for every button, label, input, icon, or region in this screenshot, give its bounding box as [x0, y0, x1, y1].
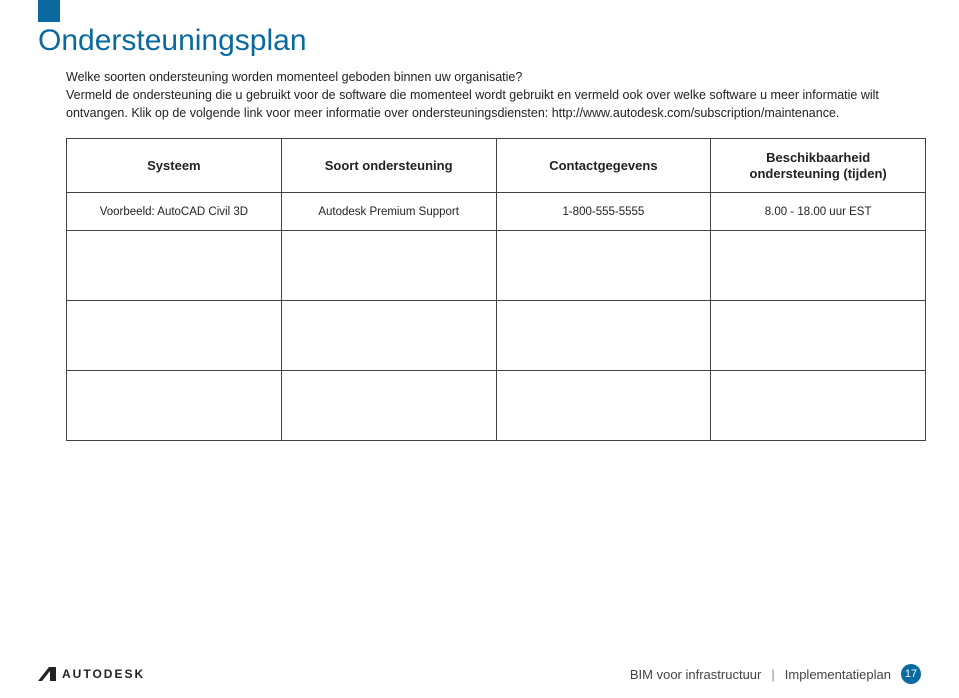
support-link[interactable]: http://www.autodesk.com/subscription/mai…	[552, 106, 840, 120]
table-row: Voorbeeld: AutoCAD Civil 3D Autodesk Pre…	[67, 193, 926, 231]
cell-support-type[interactable]	[281, 371, 496, 441]
autodesk-logo: AUTODESK	[38, 667, 145, 681]
cell-support-type: Autodesk Premium Support	[281, 193, 496, 231]
logo-text: AUTODESK	[62, 667, 145, 681]
page-title: Ondersteuningsplan	[38, 24, 921, 58]
cell-system[interactable]	[67, 371, 282, 441]
col4-line2: ondersteuning (tijden)	[750, 166, 887, 181]
cell-contact[interactable]	[496, 231, 711, 301]
footer-separator: |	[771, 667, 774, 682]
table-row	[67, 371, 926, 441]
footer-text1: BIM voor infrastructuur	[630, 667, 762, 682]
col-header-support-type: Soort ondersteuning	[281, 139, 496, 193]
col-header-contact: Contactgegevens	[496, 139, 711, 193]
cell-system[interactable]	[67, 301, 282, 371]
col-header-availability: Beschikbaarheid ondersteuning (tijden)	[711, 139, 926, 193]
page-footer: AUTODESK BIM voor infrastructuur | Imple…	[38, 664, 921, 684]
intro-block: Welke soorten ondersteuning worden momen…	[66, 68, 886, 122]
cell-availability[interactable]	[711, 371, 926, 441]
cell-availability: 8.00 - 18.00 uur EST	[711, 193, 926, 231]
table-row	[67, 301, 926, 371]
footer-right: BIM voor infrastructuur | Implementatiep…	[630, 664, 921, 684]
cell-availability[interactable]	[711, 301, 926, 371]
corner-accent	[38, 0, 60, 22]
col4-line1: Beschikbaarheid	[766, 150, 870, 165]
cell-availability[interactable]	[711, 231, 926, 301]
cell-contact[interactable]	[496, 371, 711, 441]
col-header-system: Systeem	[67, 139, 282, 193]
footer-text2: Implementatieplan	[785, 667, 891, 682]
cell-contact: 1-800-555-5555	[496, 193, 711, 231]
cell-system[interactable]	[67, 231, 282, 301]
support-table: Systeem Soort ondersteuning Contactgegev…	[66, 138, 926, 441]
cell-support-type[interactable]	[281, 231, 496, 301]
cell-contact[interactable]	[496, 301, 711, 371]
table-row	[67, 231, 926, 301]
autodesk-logo-icon	[38, 667, 56, 681]
cell-support-type[interactable]	[281, 301, 496, 371]
intro-line1: Welke soorten ondersteuning worden momen…	[66, 70, 522, 84]
cell-system: Voorbeeld: AutoCAD Civil 3D	[67, 193, 282, 231]
page-number-badge: 17	[901, 664, 921, 684]
